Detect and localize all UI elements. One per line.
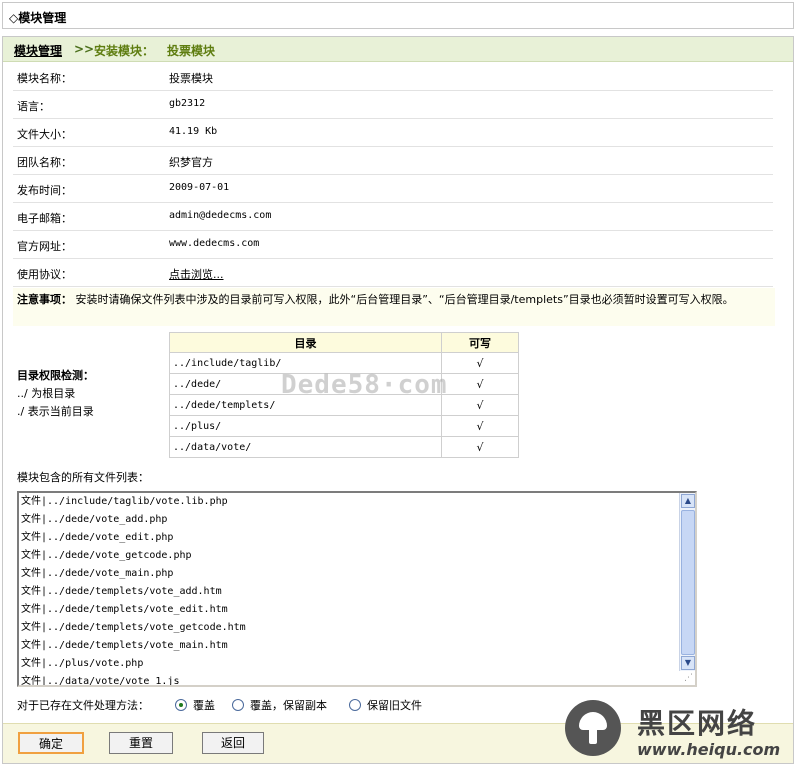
writable-check-icon: √ [441,394,519,416]
info-label: 语言： [17,100,50,113]
scroll-down-icon[interactable]: ▼ [681,656,695,670]
info-value: 织梦官方 [169,156,213,169]
list-item: 文件|../dede/templets/vote_add.htm [21,586,222,597]
site-logo: 黑区网络 www.heiqu.com [565,698,790,762]
column-writable: 可写 [441,332,519,353]
permission-table: 目录 可写 ../include/taglib/ √ ../dede/ √ ..… [169,332,519,458]
permission-table-header: 目录 可写 [169,332,519,353]
list-item: 文件|../dede/vote_add.php [21,514,168,525]
scroll-up-icon[interactable]: ▲ [681,494,695,508]
info-label: 电子邮箱： [17,212,72,225]
list-item: 文件|../dede/vote_edit.php [21,532,174,543]
info-row-license: 使用协议： 点击浏览... [13,259,773,287]
table-row: ../dede/templets/ √ [169,394,519,416]
permission-hint-current: ./ 表示当前目录 [17,405,94,418]
list-item: 文件|../data/vote/vote_1.js [21,676,180,687]
permission-title: 目录权限检测： [17,369,94,382]
radio-icon[interactable] [349,699,361,711]
list-item: 文件|../dede/templets/vote_main.htm [21,640,228,651]
breadcrumb-current: 投票模块 [167,44,216,58]
list-item: 文件|../dede/templets/vote_getcode.htm [21,622,246,633]
scrollbar-thumb[interactable] [681,510,695,655]
info-label: 模块名称： [17,72,72,85]
logo-text-en: www.heiqu.com [637,740,781,759]
confirm-button[interactable]: 确定 [18,732,84,754]
directory-cell: ../dede/ [169,373,442,395]
writable-check-icon: √ [441,436,519,458]
writable-check-icon: √ [441,352,519,374]
permission-check-label: 目录权限检测： ../ 为根目录 ./ 表示当前目录 [17,367,94,421]
mushroom-logo-icon [565,700,621,756]
info-value: 2009-07-01 [169,182,230,193]
breadcrumb-home-link[interactable]: 模块管理 [14,42,62,59]
info-row-team: 团队名称： 织梦官方 [13,147,773,175]
radio-overwrite[interactable]: 覆盖 [175,697,215,715]
top-title-bar: ◇模块管理 [2,2,794,29]
info-row-file-size: 文件大小： 41.19 Kb [13,119,773,147]
info-label: 文件大小： [17,128,72,141]
info-row-website: 官方网址： www.dedecms.com [13,231,773,259]
info-label: 官方网址： [17,240,72,253]
method-label: 对于已存在文件处理方法： [17,699,149,712]
table-row: ../plus/ √ [169,415,519,437]
directory-cell: ../plus/ [169,415,442,437]
list-item: 文件|../include/taglib/vote.lib.php [21,496,228,507]
permission-hint-root: ../ 为根目录 [17,387,76,400]
info-label: 团队名称： [17,156,72,169]
info-row-release-date: 发布时间： 2009-07-01 [13,175,773,203]
breadcrumb-install: 安装模块： [94,44,155,58]
radio-overwrite-keep-copy[interactable]: 覆盖，保留副本 [232,697,327,715]
directory-cell: ../data/vote/ [169,436,442,458]
directory-cell: ../include/taglib/ [169,352,442,374]
license-link[interactable]: 点击浏览... [169,266,224,282]
radio-label: 覆盖 [193,699,215,712]
breadcrumb: 模块管理 >> 安装模块： 投票模块 [3,37,793,62]
directory-cell: ../dede/templets/ [169,394,442,416]
list-item: 文件|../dede/vote_getcode.php [21,550,192,561]
list-item: 文件|../dede/vote_main.php [21,568,174,579]
radio-label: 保留旧文件 [367,699,422,712]
notice-title: 注意事项： [17,293,72,306]
breadcrumb-separator: >> [74,42,95,56]
logo-text-cn: 黑区网络 [637,707,758,740]
file-list-lines: 文件|../include/taglib/vote.lib.php 文件|../… [21,493,681,687]
info-label: 使用协议： [17,268,72,281]
info-value: gb2312 [169,98,206,109]
radio-keep-old[interactable]: 保留旧文件 [349,697,422,715]
reset-button[interactable]: 重置 [109,732,173,754]
notice-box: 注意事项： 安装时请确保文件列表中涉及的目录前可写入权限，此外“后台管理目录”、… [13,288,775,326]
column-directory: 目录 [169,332,442,353]
info-value: admin@dedecms.com [169,210,272,221]
info-row-language: 语言： gb2312 [13,91,773,119]
file-list-label: 模块包含的所有文件列表： [17,471,149,484]
list-item: 文件|../dede/templets/vote_edit.htm [21,604,228,615]
table-row: ../include/taglib/ √ [169,352,519,374]
info-value: 41.19 Kb [169,126,218,137]
list-item: 文件|../plus/vote.php [21,658,144,669]
info-row-email: 电子邮箱： admin@dedecms.com [13,203,773,231]
radio-icon[interactable] [232,699,244,711]
info-value: www.dedecms.com [169,238,260,249]
radio-label: 覆盖，保留副本 [250,699,327,712]
vertical-scrollbar[interactable]: ▲ ▼ [679,493,695,671]
table-row: ../dede/ √ [169,373,519,395]
writable-check-icon: √ [441,373,519,395]
info-label: 发布时间： [17,184,72,197]
info-value: 投票模块 [169,72,213,85]
page-title: ◇模块管理 [9,11,67,25]
notice-text: 安装时请确保文件列表中涉及的目录前可写入权限，此外“后台管理目录”、“后台管理目… [75,293,734,306]
back-button[interactable]: 返回 [202,732,264,754]
file-list-textarea[interactable]: 文件|../include/taglib/vote.lib.php 文件|../… [17,491,697,687]
writable-check-icon: √ [441,415,519,437]
radio-selected-icon[interactable] [175,699,187,711]
module-install-panel: 模块管理 >> 安装模块： 投票模块 模块名称： 投票模块 语言： gb2312… [2,36,794,764]
resize-grip-icon[interactable]: ⋰ [684,673,693,683]
table-row: ../data/vote/ √ [169,436,519,458]
info-row-module-name: 模块名称： 投票模块 [13,63,773,91]
